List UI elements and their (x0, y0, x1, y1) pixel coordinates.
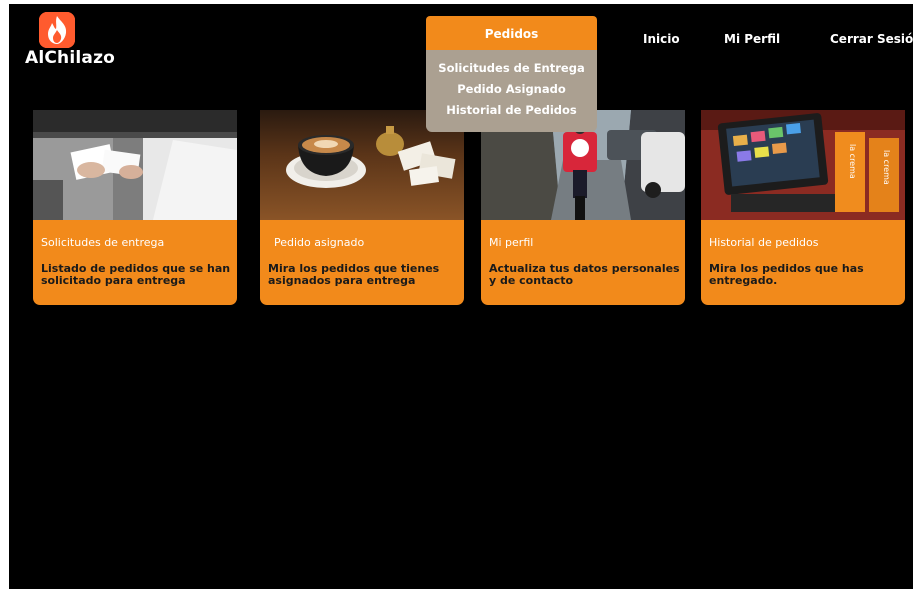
dropdown-item-solicitudes[interactable]: Solicitudes de Entrega (426, 61, 597, 75)
card-description: Mira los pedidos que tienes asignados pa… (268, 262, 440, 287)
nav-inicio[interactable]: Inicio (643, 32, 680, 46)
nav-mi-perfil[interactable]: Mi Perfil (724, 32, 780, 46)
card-title: Historial de pedidos (709, 236, 819, 249)
app-root: AlChilazo Pedidos Inicio Mi Perfil Cerra… (9, 4, 913, 589)
dropdown-item-pedido-asignado[interactable]: Pedido Asignado (426, 82, 597, 96)
dropdown-item-historial[interactable]: Historial de Pedidos (426, 103, 597, 117)
card-description: Mira los pedidos que has entregado. (709, 262, 864, 287)
card-solicitudes-de-entrega[interactable]: Solicitudes de entrega Listado de pedido… (33, 110, 237, 305)
card-title: Solicitudes de entrega (41, 236, 165, 249)
brand-name: AlChilazo (25, 48, 116, 68)
nav-cerrar-sesion[interactable]: Cerrar Sesión (830, 32, 913, 46)
brand-logo[interactable]: AlChilazo (25, 12, 145, 72)
pedidos-dropdown-menu: Solicitudes de Entrega Pedido Asignado H… (426, 50, 597, 132)
nav-pedidos[interactable]: Pedidos (426, 16, 597, 50)
card-pedido-asignado[interactable]: Pedido asignado Mira los pedidos que tie… (260, 110, 464, 305)
card-title: Mi perfil (489, 236, 534, 249)
card-image-receipts (33, 110, 237, 220)
card-description: Actualiza tus datos personales y de cont… (489, 262, 680, 287)
card-title: Pedido asignado (274, 236, 365, 249)
card-image-brand-text: la crema (882, 150, 891, 185)
card-image-brand-text: la crema (848, 144, 857, 179)
card-mi-perfil[interactable]: Mi perfil Actualiza tus datos personales… (481, 110, 685, 305)
card-historial-de-pedidos[interactable]: la crema la crema Historial de pedidos M… (701, 110, 905, 305)
flame-icon (39, 12, 75, 48)
card-description: Listado de pedidos que se han solicitado… (41, 262, 231, 287)
card-image-pos-terminal: la crema la crema (701, 110, 905, 220)
